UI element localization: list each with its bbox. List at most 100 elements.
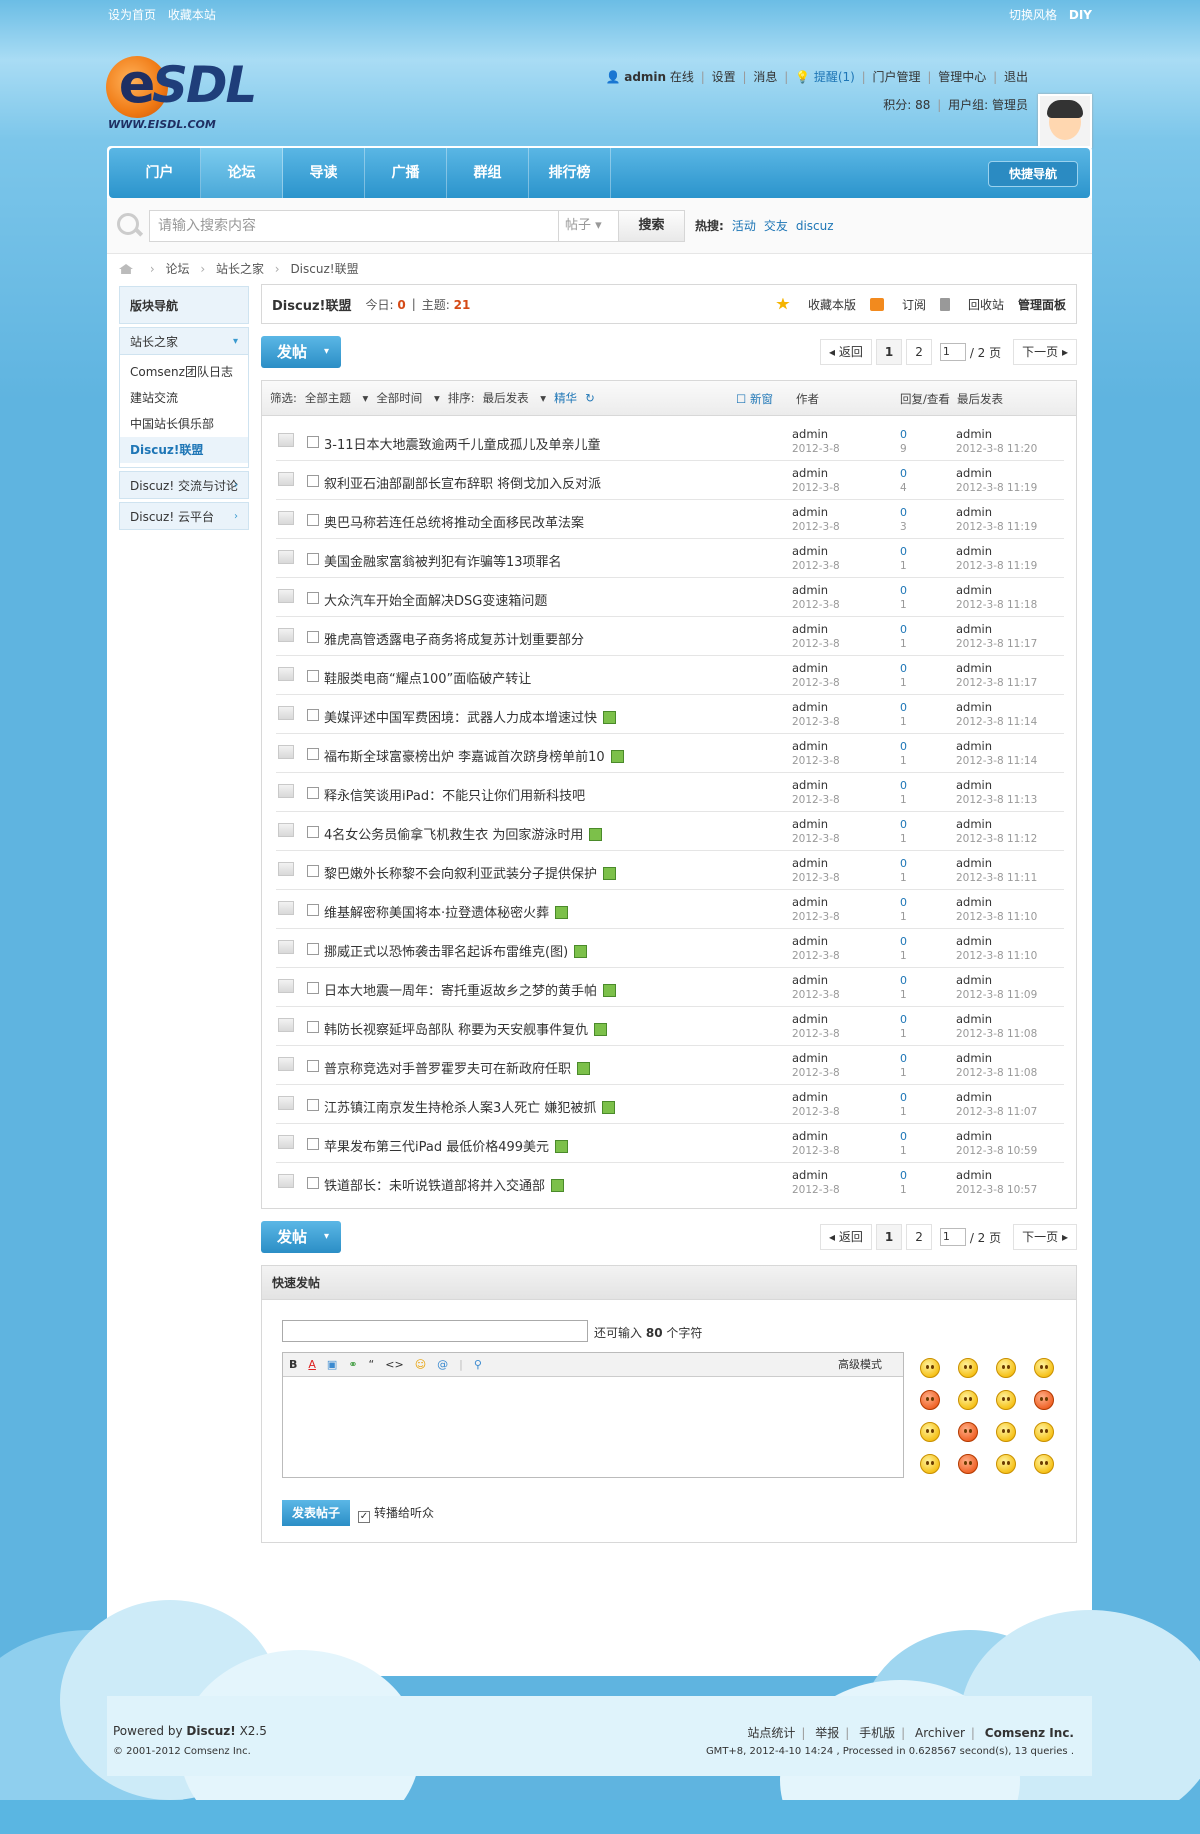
thread-author[interactable]: admin 2012-3-8	[792, 895, 840, 925]
thread-author[interactable]: admin 2012-3-8	[792, 505, 840, 535]
footer-link-archiver[interactable]: Archiver	[915, 1726, 965, 1740]
thread-checkbox[interactable]	[307, 592, 319, 604]
filter-all-dropdown[interactable]: 全部主题 ▾	[305, 390, 368, 406]
code-icon[interactable]: <>	[385, 1358, 403, 1371]
thread-checkbox[interactable]	[307, 475, 319, 487]
font-color-icon[interactable]: A	[308, 1358, 316, 1371]
thread-author[interactable]: admin 2012-3-8	[792, 934, 840, 964]
footer-link-stats[interactable]: 站点统计	[747, 1726, 795, 1740]
table-row[interactable]: 日本大地震一周年：寄托重返故乡之梦的黄手帕 admin 2012-3-8 0 1 admi…	[276, 968, 1064, 1007]
thread-title[interactable]: 雅虎高管透露电子商务将成复苏计划重要部分	[324, 629, 584, 648]
smiley-icon[interactable]	[920, 1454, 940, 1474]
thread-author[interactable]: admin 2012-3-8	[792, 427, 840, 457]
logout-link[interactable]: 退出	[1004, 70, 1028, 84]
sidebar-group-discuz[interactable]: Discuz! 交流与讨论 ›	[119, 471, 249, 499]
sidebar-item[interactable]: Comsenz团队日志	[120, 359, 248, 385]
table-row[interactable]: 鞋服类电商“耀点100”面临破产转让 admin 2012-3-8 0 1 admin 20…	[276, 656, 1064, 695]
thread-last-post[interactable]: admin 2012-3-8 11:10	[956, 895, 1037, 925]
table-row[interactable]: 苹果发布第三代iPad 最低价格499美元 admin 2012-3-8 0 1 admi…	[276, 1124, 1064, 1163]
table-row[interactable]: 美国金融家富翁被判犯有诈骗等13项罪名 admin 2012-3-8 0 1 admin 2…	[276, 539, 1064, 578]
favorite-forum-link[interactable]: 收藏本版	[776, 296, 856, 313]
thread-title[interactable]: 日本大地震一周年：寄托重返故乡之梦的黄手帕	[324, 980, 617, 999]
thread-last-post[interactable]: admin 2012-3-8 11:11	[956, 856, 1037, 886]
sidebar-group-cloud[interactable]: Discuz! 云平台 ›	[119, 502, 249, 530]
hot-search-link[interactable]: 交友	[764, 217, 788, 234]
thread-author[interactable]: admin 2012-3-8	[792, 1051, 840, 1081]
thread-last-post[interactable]: admin 2012-3-8 11:08	[956, 1012, 1037, 1042]
thread-last-post[interactable]: admin 2012-3-8 11:19	[956, 466, 1037, 496]
settings-link[interactable]: 设置	[712, 70, 736, 84]
thread-checkbox[interactable]	[307, 865, 319, 877]
nav-item-guide[interactable]: 导读	[283, 148, 365, 198]
post-editor[interactable]: B A ▣ ⚭ “ <> ☺ @ | ⚲ 高级模式	[282, 1352, 904, 1478]
hot-search-link[interactable]: 活动	[732, 217, 756, 234]
thread-last-post[interactable]: admin 2012-3-8 11:10	[956, 934, 1037, 964]
thread-checkbox[interactable]	[307, 709, 319, 721]
table-row[interactable]: 奥巴马称若连任总统将推动全面移民改革法案 admin 2012-3-8 0 3 admin…	[276, 500, 1064, 539]
table-row[interactable]: 维基解密称美国将本·拉登遗体秘密火葬 admin 2012-3-8 0 1 admin 20…	[276, 890, 1064, 929]
footer-link-mobile[interactable]: 手机版	[859, 1726, 895, 1740]
subscribe-link[interactable]: 订阅	[869, 296, 926, 313]
thread-title[interactable]: 苹果发布第三代iPad 最低价格499美元	[324, 1136, 569, 1155]
table-row[interactable]: 大众汽车开始全面解决DSG变速箱问题 admin 2012-3-8 0 1 admin 20…	[276, 578, 1064, 617]
home-icon[interactable]	[119, 264, 133, 274]
search-button[interactable]: 搜索	[619, 209, 685, 242]
page-1[interactable]: 1	[875, 339, 903, 365]
search-category-select[interactable]: 帖子 ▾	[559, 209, 619, 242]
portal-admin-link[interactable]: 门户管理	[873, 70, 921, 84]
nav-item-groups[interactable]: 群组	[447, 148, 529, 198]
table-row[interactable]: 3-11日本大地震致逾两千儿童成孤儿及单亲儿童 admin 2012-3-8 0 9 ad…	[276, 422, 1064, 461]
username-link[interactable]: admin	[624, 70, 666, 84]
sort-dropdown[interactable]: 最后发表 ▾	[483, 390, 546, 406]
bold-icon[interactable]: B	[289, 1358, 297, 1371]
thread-title[interactable]: 普京称竞选对手普罗霍罗夫可在新政府任职	[324, 1058, 591, 1077]
thread-last-post[interactable]: admin 2012-3-8 10:59	[956, 1129, 1037, 1159]
thread-author[interactable]: admin 2012-3-8	[792, 817, 840, 847]
thread-title[interactable]: 叙利亚石油部副部长宣布辞职 将倒戈加入反对派	[324, 473, 601, 492]
thread-checkbox[interactable]	[307, 1021, 319, 1033]
thread-title[interactable]: 鞋服类电商“耀点100”面临破产转让	[324, 668, 531, 687]
hot-search-link[interactable]: discuz	[796, 219, 834, 233]
filter-time-dropdown[interactable]: 全部时间 ▾	[376, 390, 439, 406]
quote-icon[interactable]: “	[369, 1358, 375, 1371]
thread-title[interactable]: 黎巴嫩外长称黎不会向叙利亚武装分子提供保护	[324, 863, 617, 882]
thread-last-post[interactable]: admin 2012-3-8 11:14	[956, 739, 1037, 769]
thread-author[interactable]: admin 2012-3-8	[792, 856, 840, 886]
thread-checkbox[interactable]	[307, 436, 319, 448]
admin-panel-link[interactable]: 管理面板	[1018, 296, 1066, 313]
nav-item-rankings[interactable]: 排行榜	[529, 148, 611, 198]
thread-checkbox[interactable]	[307, 1177, 319, 1189]
page-1[interactable]: 1	[875, 1224, 903, 1250]
table-row[interactable]: 美媒评述中国军费困境：武器人力成本增速过快 admin 2012-3-8 0 1 admi…	[276, 695, 1064, 734]
refresh-icon[interactable]: ↻	[585, 391, 595, 405]
thread-last-post[interactable]: admin 2012-3-8 11:08	[956, 1051, 1037, 1081]
switch-style-link[interactable]: 切换风格	[1009, 8, 1057, 22]
smiley-icon[interactable]	[996, 1358, 1016, 1378]
thread-checkbox[interactable]	[307, 514, 319, 526]
thread-title[interactable]: 铁道部长：未听说铁道部将并入交通部	[324, 1175, 565, 1194]
new-post-button[interactable]: 发帖	[261, 1221, 341, 1253]
bookmark-site-link[interactable]: 收藏本站	[168, 8, 216, 22]
sidebar-item[interactable]: 建站交流	[120, 385, 248, 411]
thread-author[interactable]: admin 2012-3-8	[792, 700, 840, 730]
attachment-icon[interactable]: ⚲	[474, 1358, 482, 1371]
table-row[interactable]: 叙利亚石油部副部长宣布辞职 将倒戈加入反对派 admin 2012-3-8 0 4 adm…	[276, 461, 1064, 500]
smiley-icon[interactable]	[1034, 1454, 1054, 1474]
mention-icon[interactable]: @	[437, 1358, 448, 1371]
thread-author[interactable]: admin 2012-3-8	[792, 1129, 840, 1159]
table-row[interactable]: 挪威正式以恐怖袭击罪名起诉布雷维克(图) admin 2012-3-8 0 1 admin…	[276, 929, 1064, 968]
thread-checkbox[interactable]	[307, 982, 319, 994]
online-status[interactable]: 在线	[670, 70, 694, 84]
nav-item-portal[interactable]: 门户	[119, 148, 201, 198]
new-post-button[interactable]: 发帖	[261, 336, 341, 368]
thread-author[interactable]: admin 2012-3-8	[792, 1090, 840, 1120]
thread-title[interactable]: 美媒评述中国军费困境：武器人力成本增速过快	[324, 707, 617, 726]
footer-link-report[interactable]: 举报	[815, 1726, 839, 1740]
smiley-icon[interactable]	[920, 1358, 940, 1378]
thread-title[interactable]: 奥巴马称若连任总统将推动全面移民改革法案	[324, 512, 584, 531]
subject-input[interactable]	[282, 1320, 588, 1342]
smiley-icon[interactable]	[920, 1390, 940, 1410]
table-row[interactable]: 普京称竞选对手普罗霍罗夫可在新政府任职 admin 2012-3-8 0 1 admin 2…	[276, 1046, 1064, 1085]
thread-last-post[interactable]: admin 2012-3-8 11:19	[956, 544, 1037, 574]
nav-item-broadcast[interactable]: 广播	[365, 148, 447, 198]
